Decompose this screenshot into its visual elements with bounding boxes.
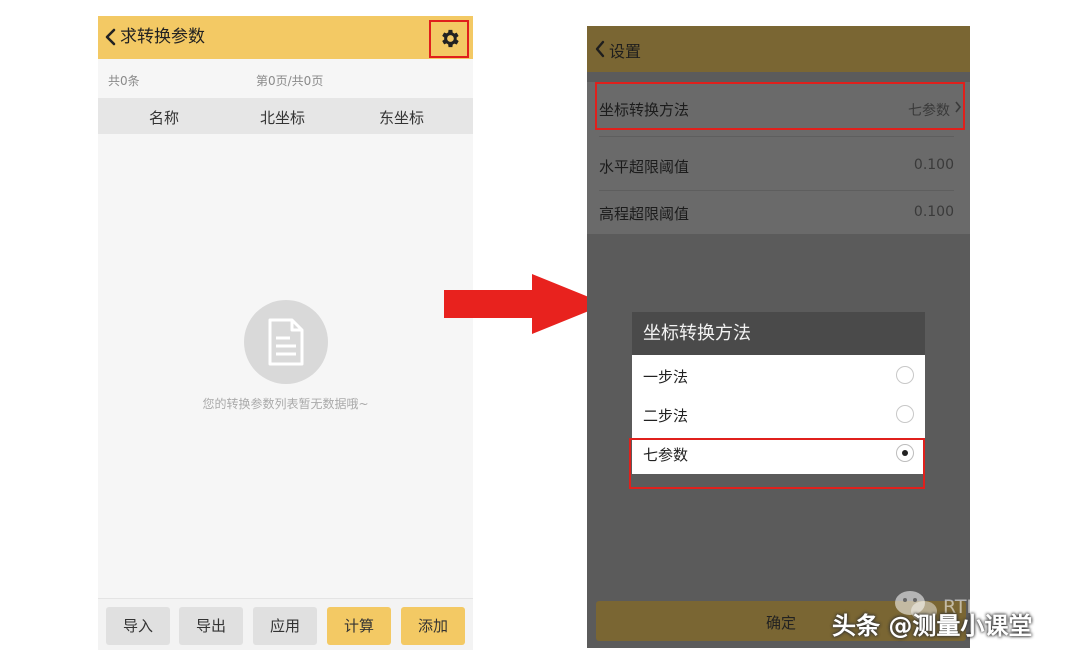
apply-button[interactable]: 应用 [253,607,317,645]
calculate-button[interactable]: 计算 [327,607,391,645]
divider [599,136,954,137]
setting-label: 高程超限阈值 [599,205,690,223]
empty-state-circle [244,300,328,384]
red-arrow-icon [444,274,606,334]
option-one-step[interactable]: 一步法 [632,356,925,395]
import-button[interactable]: 导入 [106,607,170,645]
export-button[interactable]: 导出 [179,607,243,645]
column-header-east: 东坐标 [379,109,425,127]
setting-value: 0.100 [913,157,954,173]
column-header-north: 北坐标 [260,109,306,127]
app-header: 求转换参数 [98,16,473,59]
option-label: 二步法 [643,407,689,425]
action-bar: 导入 导出 应用 计算 添加 [98,598,473,650]
add-button[interactable]: 添加 [401,607,465,645]
back-chevron-icon[interactable] [594,40,606,58]
table-header: 名称 北坐标 东坐标 [98,98,473,134]
watermark-toutiao: 头条 @测量小课堂 [832,612,1033,640]
highlight-box [629,438,925,489]
dialog-title: 坐标转换方法 [632,312,925,355]
document-icon [268,318,304,366]
setting-value: 0.100 [913,204,954,220]
settings-button[interactable] [429,20,469,58]
radio-icon[interactable] [896,405,914,423]
gear-icon [442,29,459,48]
setting-row-height-threshold[interactable]: 高程超限阈值 0.100 [587,190,970,236]
empty-state-message: 您的转换参数列表暂无数据哦~ [202,397,369,411]
setting-label: 水平超限阈值 [599,158,690,176]
highlight-box [595,82,965,130]
settings-screen: 设置 坐标转换方法 七参数 水平超限阈值 0.100 高程超限阈值 0.100 [587,26,970,648]
column-header-name: 名称 [149,109,180,127]
option-label: 一步法 [643,368,689,386]
screenshot-stage: 求转换参数 共0条 第0页/共0页 名称 北坐标 东坐标 您的转换参数列表暂无数 [0,0,1080,658]
back-chevron-icon[interactable] [104,27,118,47]
radio-icon[interactable] [896,366,914,384]
setting-row-horizontal-threshold[interactable]: 水平超限阈值 0.100 [587,143,970,189]
settings-header: 设置 [587,26,970,72]
record-count: 共0条 [108,74,140,88]
option-two-step[interactable]: 二步法 [632,395,925,434]
conversion-params-screen: 求转换参数 共0条 第0页/共0页 名称 北坐标 东坐标 您的转换参数列表暂无数 [98,16,473,650]
settings-title: 设置 [609,42,642,61]
page-title: 求转换参数 [120,27,205,47]
pagination-text: 第0页/共0页 [256,74,324,88]
